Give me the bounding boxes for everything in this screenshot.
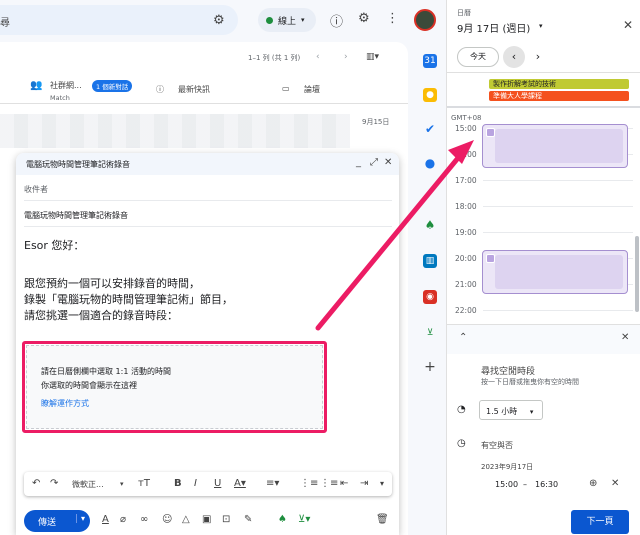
annotation-arrow: [315, 140, 474, 331]
